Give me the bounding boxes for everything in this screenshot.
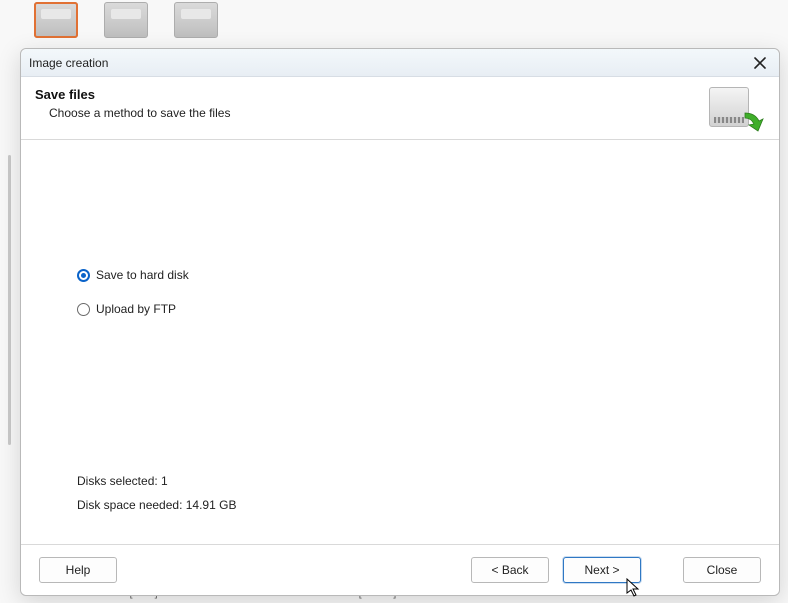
wizard-subheading: Choose a method to save the files — [35, 106, 230, 120]
dialog-title: Image creation — [29, 56, 108, 70]
save-method-radio-group: Save to hard disk Upload by FTP — [77, 268, 723, 316]
wizard-header: Save files Choose a method to save the f… — [21, 77, 779, 140]
radio-label: Upload by FTP — [96, 302, 176, 316]
dialog-titlebar: Image creation — [21, 49, 779, 77]
disks-selected-line: Disks selected: 1 — [77, 474, 236, 488]
close-button[interactable]: Close — [683, 557, 761, 583]
space-needed-line: Disk space needed: 14.91 GB — [77, 498, 236, 512]
radio-label: Save to hard disk — [96, 268, 189, 282]
image-creation-dialog: Image creation Save files Choose a metho… — [20, 48, 780, 596]
wizard-header-text: Save files Choose a method to save the f… — [35, 87, 230, 120]
disk-icon — [104, 2, 148, 38]
disks-selected-value: 1 — [161, 474, 168, 488]
disk-icon — [174, 2, 218, 38]
radio-save-hard-disk[interactable]: Save to hard disk — [77, 268, 723, 282]
background-scrollbar — [8, 155, 11, 445]
next-button[interactable]: Next > — [563, 557, 641, 583]
background-disk-icons — [34, 2, 218, 38]
radio-upload-ftp[interactable]: Upload by FTP — [77, 302, 723, 316]
disk-icon — [34, 2, 78, 38]
space-needed-value: 14.91 GB — [186, 498, 237, 512]
wizard-heading: Save files — [35, 87, 230, 102]
space-needed-label: Disk space needed: — [77, 498, 182, 512]
wizard-nav-buttons: < Back Next > Close — [471, 557, 761, 583]
wizard-content: Save to hard disk Upload by FTP Disks se… — [21, 140, 779, 544]
radio-icon — [77, 269, 90, 282]
back-button[interactable]: < Back — [471, 557, 549, 583]
disks-selected-label: Disks selected: — [77, 474, 158, 488]
wizard-footer: Help < Back Next > Close — [21, 544, 779, 595]
close-icon[interactable] — [751, 54, 769, 72]
save-disk-icon — [709, 87, 761, 131]
status-block: Disks selected: 1 Disk space needed: 14.… — [77, 474, 236, 522]
radio-icon — [77, 303, 90, 316]
help-button[interactable]: Help — [39, 557, 117, 583]
